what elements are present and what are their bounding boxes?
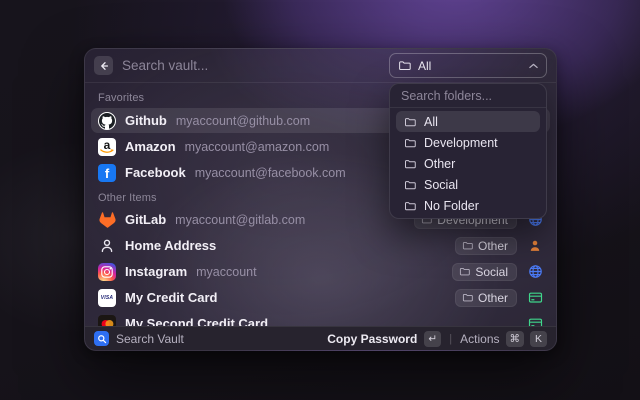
folder-icon [404, 200, 416, 212]
folder-icon [404, 137, 416, 149]
item-title: My Credit Card [125, 290, 217, 305]
visa-icon: VISA [98, 289, 116, 307]
item-subtitle: myaccount [196, 265, 256, 279]
vault-item-home-address[interactable]: Home Address Other [91, 233, 550, 258]
item-title: Facebook [125, 165, 186, 180]
item-title: Home Address [125, 238, 216, 253]
folder-badge: Other [455, 289, 517, 307]
folder-icon [398, 59, 411, 72]
folder-icon [404, 116, 416, 128]
gitlab-icon [98, 211, 116, 229]
search-vault-input[interactable] [122, 58, 380, 73]
folder-icon [404, 158, 416, 170]
identity-person-icon [527, 238, 543, 254]
item-title: Amazon [125, 139, 176, 154]
person-icon [98, 237, 116, 255]
item-subtitle: myaccount@facebook.com [195, 166, 346, 180]
vault-search-window: All Favorites Github myaccount@github.co… [84, 48, 557, 351]
credit-card-icon [527, 290, 543, 306]
folder-badge: Social [452, 263, 517, 281]
vault-item-my-credit-card[interactable]: VISA My Credit Card Other [91, 285, 550, 310]
folder-icon [459, 266, 470, 277]
folder-option-development[interactable]: Development [396, 132, 540, 153]
item-title: GitLab [125, 212, 166, 227]
item-title: Github [125, 113, 167, 128]
folder-option-social[interactable]: Social [396, 174, 540, 195]
folder-search-input[interactable] [401, 89, 535, 103]
folder-badge: Other [455, 237, 517, 255]
copy-password-action[interactable]: Copy Password ↵ [327, 331, 441, 347]
folder-option-all[interactable]: All [396, 111, 540, 132]
globe-icon [527, 264, 543, 280]
folder-icon [462, 292, 473, 303]
item-subtitle: myaccount@amazon.com [185, 140, 330, 154]
item-title: Instagram [125, 264, 187, 279]
topbar: All [85, 49, 556, 83]
vault-item-instagram[interactable]: Instagram myaccount Social [91, 259, 550, 284]
folder-icon [404, 179, 416, 191]
folder-icon [462, 240, 473, 251]
item-subtitle: myaccount@gitlab.com [175, 213, 305, 227]
arrow-left-icon [98, 60, 110, 72]
footer-bar: Search Vault Copy Password ↵ | Actions ⌘… [85, 326, 556, 350]
github-icon [98, 112, 116, 130]
back-button[interactable] [94, 56, 113, 75]
folder-options-list: All Development Other Social No Folder [390, 108, 546, 219]
k-key-icon: K [530, 331, 547, 347]
instagram-icon [98, 263, 116, 281]
folder-filter-label: All [418, 59, 431, 73]
folder-option-no-folder[interactable]: No Folder [396, 195, 540, 216]
chevron-up-icon [529, 63, 538, 69]
enter-key-icon: ↵ [424, 331, 441, 347]
footer-app-label: Search Vault [116, 332, 184, 346]
folder-filter-button[interactable]: All [389, 53, 547, 78]
desktop-background: All Favorites Github myaccount@github.co… [0, 0, 640, 400]
folder-option-other[interactable]: Other [396, 153, 540, 174]
facebook-icon: f [98, 164, 116, 182]
folder-dropdown-panel: All Development Other Social No Folder [389, 83, 547, 219]
item-subtitle: myaccount@github.com [176, 114, 310, 128]
footer-divider: | [448, 333, 453, 345]
cmd-key-icon: ⌘ [506, 331, 525, 347]
search-app-icon [94, 331, 109, 346]
amazon-icon: a [98, 138, 116, 156]
actions-menu-button[interactable]: Actions ⌘ K [460, 331, 547, 347]
folder-search-row [390, 84, 546, 108]
